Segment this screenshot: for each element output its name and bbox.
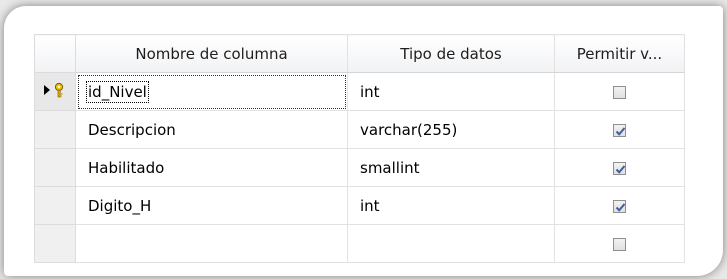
column-name-cell[interactable] <box>75 224 348 263</box>
allow-nulls-checkbox[interactable] <box>613 85 626 99</box>
primary-key-icon <box>43 82 69 98</box>
data-type-text: smallint <box>360 158 420 177</box>
data-type-cell[interactable] <box>347 224 555 263</box>
column-grid: Nombre de columna Tipo de datos Permitir… <box>34 34 685 263</box>
data-type-cell[interactable]: smallint <box>347 148 555 187</box>
table-row[interactable]: id_Nivel int <box>34 72 685 111</box>
row-selector[interactable] <box>34 110 76 149</box>
corner-cell[interactable] <box>34 34 76 73</box>
allow-nulls-cell <box>554 72 685 111</box>
row-selector[interactable] <box>34 72 76 111</box>
allow-nulls-cell <box>554 110 685 149</box>
column-name-text: Habilitado <box>88 158 165 177</box>
row-selector[interactable] <box>34 186 76 225</box>
data-type-cell[interactable]: int <box>347 186 555 225</box>
column-name-text: Digito_H <box>88 196 152 215</box>
table-row[interactable]: Digito_H int <box>34 186 685 225</box>
column-name-text: id_Nivel <box>86 80 149 103</box>
data-type-text: varchar(255) <box>360 120 458 139</box>
allow-nulls-cell <box>554 148 685 187</box>
allow-nulls-checkbox[interactable] <box>613 237 626 251</box>
allow-nulls-checkbox-checked[interactable] <box>613 123 626 137</box>
allow-nulls-cell <box>554 186 685 225</box>
table-row[interactable] <box>34 224 685 263</box>
column-name-cell[interactable]: id_Nivel <box>75 72 348 111</box>
column-name-text: Descripcion <box>88 120 176 139</box>
row-selector[interactable] <box>34 148 76 187</box>
data-type-cell[interactable]: int <box>347 72 555 111</box>
column-header-allow-nulls[interactable]: Permitir v... <box>554 34 685 73</box>
column-header-name[interactable]: Nombre de columna <box>75 34 348 73</box>
data-type-text: int <box>360 196 380 215</box>
data-type-text: int <box>360 82 380 101</box>
table-row[interactable]: Descripcion varchar(255) <box>34 110 685 149</box>
column-header-type[interactable]: Tipo de datos <box>347 34 555 73</box>
table-row[interactable]: Habilitado smallint <box>34 148 685 187</box>
header-row: Nombre de columna Tipo de datos Permitir… <box>34 34 685 73</box>
column-name-cell[interactable]: Digito_H <box>75 186 348 225</box>
table-designer-panel: Nombre de columna Tipo de datos Permitir… <box>4 6 723 276</box>
column-name-cell[interactable]: Habilitado <box>75 148 348 187</box>
column-name-cell[interactable]: Descripcion <box>75 110 348 149</box>
allow-nulls-checkbox-checked[interactable] <box>613 199 626 213</box>
row-selector[interactable] <box>34 224 76 263</box>
data-type-cell[interactable]: varchar(255) <box>347 110 555 149</box>
allow-nulls-cell <box>554 224 685 263</box>
allow-nulls-checkbox-checked[interactable] <box>613 161 626 175</box>
